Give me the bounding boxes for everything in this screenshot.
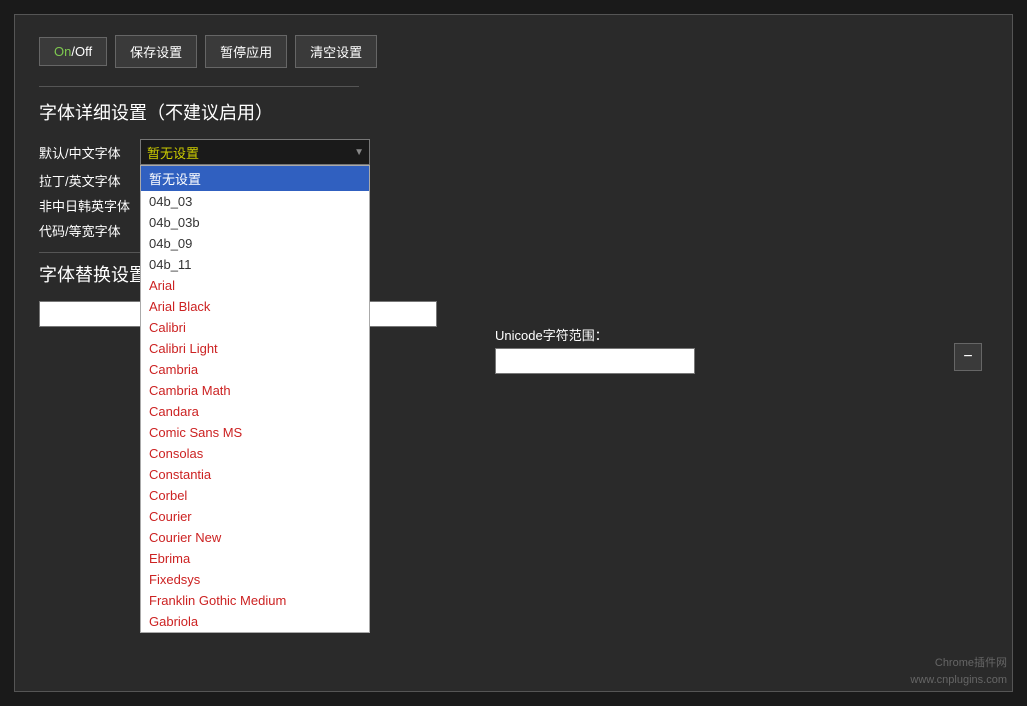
dropdown-item-fixedsys[interactable]: Fixedsys xyxy=(141,569,369,590)
dropdown-item-ebrima[interactable]: Ebrima xyxy=(141,548,369,569)
dropdown-item-consolas[interactable]: Consolas xyxy=(141,443,369,464)
dropdown-list[interactable]: 暂无设置 04b_03 04b_03b 04b_09 04b_11 Arial … xyxy=(140,165,370,633)
dropdown-item-comic-sans[interactable]: Comic Sans MS xyxy=(141,422,369,443)
default-font-row: 暂无设置 ▼ 暂无设置 04b_03 04b_03b 04b_09 04b_11… xyxy=(140,139,988,165)
toolbar: On/Off 保存设置 暂停应用 清空设置 xyxy=(39,35,988,68)
dropdown-item-courier-new[interactable]: Courier New xyxy=(141,527,369,548)
on-label: On xyxy=(54,44,71,59)
font-section-title: 字体详细设置（不建议启用） xyxy=(39,99,988,125)
dropdown-item-franklin[interactable]: Franklin Gothic Medium xyxy=(141,590,369,611)
dropdown-item-04b11[interactable]: 04b_11 xyxy=(141,254,369,275)
onoff-button[interactable]: On/Off xyxy=(39,37,107,66)
dropdown-item-calibri[interactable]: Calibri xyxy=(141,317,369,338)
unicode-section: Unicode字符范围： xyxy=(495,325,695,374)
unicode-label: Unicode字符范围： xyxy=(495,325,695,344)
dropdown-item-04b03[interactable]: 04b_03 xyxy=(141,191,369,212)
pause-button[interactable]: 暂停应用 xyxy=(205,35,287,68)
dropdown-item-corbel[interactable]: Corbel xyxy=(141,485,369,506)
dropdown-item-arial-black[interactable]: Arial Black xyxy=(141,296,369,317)
dropdown-item-cambria[interactable]: Cambria xyxy=(141,359,369,380)
dropdown-item-04b03b[interactable]: 04b_03b xyxy=(141,212,369,233)
unicode-input[interactable] xyxy=(495,348,695,374)
dropdown-item-candara[interactable]: Candara xyxy=(141,401,369,422)
divider-1 xyxy=(39,86,359,87)
default-font-dropdown[interactable]: 暂无设置 ▼ xyxy=(140,139,370,165)
font-settings-grid: 默认/中文字体 暂无设置 ▼ 暂无设置 04b_03 04b_03b 04b_0… xyxy=(39,139,988,240)
off-label: /Off xyxy=(71,44,92,59)
clear-button[interactable]: 清空设置 xyxy=(295,35,377,68)
minus-button[interactable]: − xyxy=(954,343,982,371)
label-latin-font: 拉丁/英文字体 xyxy=(39,171,130,190)
dropdown-item-courier[interactable]: Courier xyxy=(141,506,369,527)
dropdown-item-calibri-light[interactable]: Calibri Light xyxy=(141,338,369,359)
dropdown-item-gabriola[interactable]: Gabriola xyxy=(141,611,369,632)
main-panel: On/Off 保存设置 暂停应用 清空设置 字体详细设置（不建议启用） 默认/中… xyxy=(14,14,1013,692)
footer-line1: Chrome插件网 xyxy=(910,655,1007,672)
dropdown-item-arial[interactable]: Arial xyxy=(141,275,369,296)
dropdown-item-none[interactable]: 暂无设置 xyxy=(141,166,369,191)
dropdown-item-04b09[interactable]: 04b_09 xyxy=(141,233,369,254)
save-button[interactable]: 保存设置 xyxy=(115,35,197,68)
default-font-value: 暂无设置 xyxy=(147,143,199,162)
dropdown-item-constantia[interactable]: Constantia xyxy=(141,464,369,485)
footer-line2: www.cnplugins.com xyxy=(910,672,1007,689)
label-other-font: 非中日韩英字体 xyxy=(39,196,130,215)
label-default-font: 默认/中文字体 xyxy=(39,143,130,162)
footer: Chrome插件网 www.cnplugins.com xyxy=(910,655,1007,688)
dropdown-item-cambria-math[interactable]: Cambria Math xyxy=(141,380,369,401)
label-mono-font: 代码/等宽字体 xyxy=(39,221,130,240)
dropdown-arrow: ▼ xyxy=(354,147,364,158)
default-font-dropdown-container: 暂无设置 ▼ 暂无设置 04b_03 04b_03b 04b_09 04b_11… xyxy=(140,139,370,165)
replace-title-text: 字体替换设 xyxy=(39,265,129,285)
